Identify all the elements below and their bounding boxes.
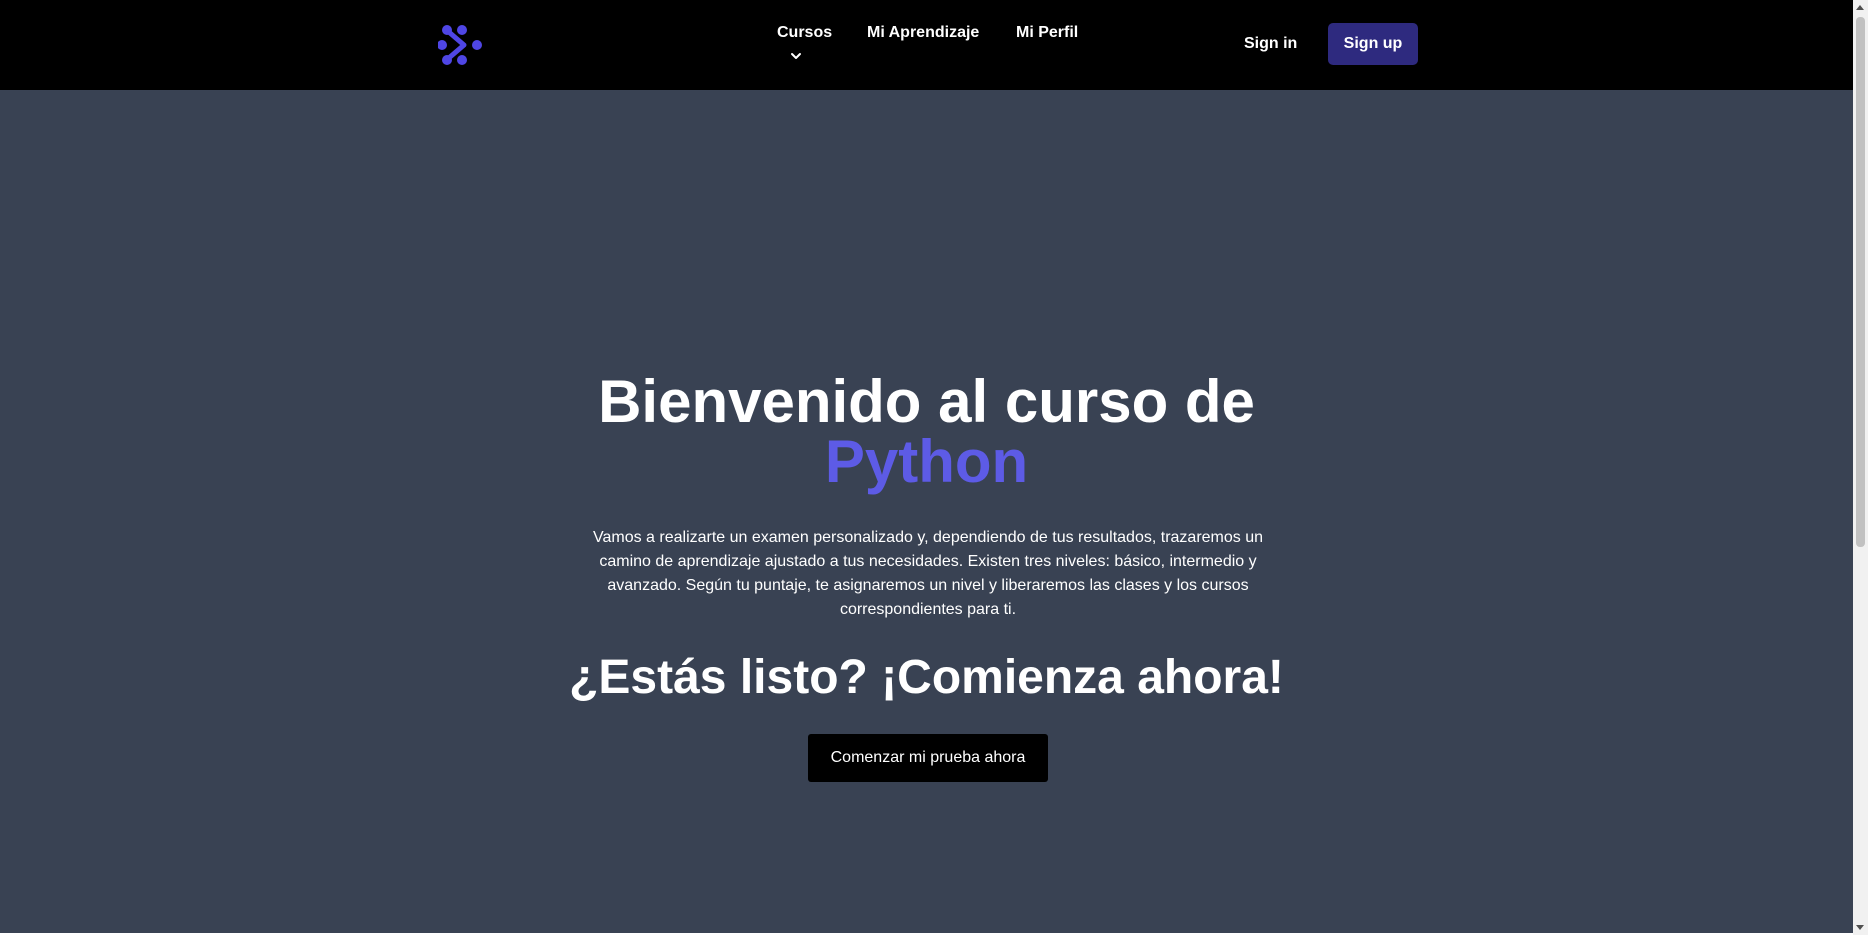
hero-section: Bienvenido al curso de Python Vamos a re… [0,90,1853,933]
brand-logo-icon[interactable] [437,24,482,66]
hero-title-accent: Python [824,428,1029,495]
nav-mi-aprendizaje[interactable]: Mi Aprendizaje [867,24,979,42]
page: Cursos Mi Aprendizaje Mi Perfil Sign in … [0,0,1853,935]
hero-title-text: Bienvenido al curso de [598,368,1255,435]
sign-up-button[interactable]: Sign up [1328,23,1418,65]
start-test-button[interactable]: Comenzar mi prueba ahora [808,734,1048,782]
vertical-scrollbar[interactable] [1853,0,1868,935]
cta-title: ¿Estás listo? ¡Comienza ahora! [569,651,1284,704]
scrollbar-thumb[interactable] [1856,17,1865,547]
sign-in-link[interactable]: Sign in [1244,35,1297,53]
nav-cursos-label: Cursos [777,24,833,41]
nav-cursos[interactable]: Cursos [777,24,833,59]
hero-title: Bienvenido al curso de Python [0,372,1853,492]
navbar: Cursos Mi Aprendizaje Mi Perfil Sign in … [0,0,1853,90]
scroll-down-arrow-icon[interactable] [1856,925,1864,930]
scroll-up-arrow-icon[interactable] [1856,5,1864,10]
nav-mi-perfil[interactable]: Mi Perfil [1016,24,1078,42]
hero-description: Vamos a realizarte un examen personaliza… [592,529,1264,618]
chevron-down-icon [789,48,803,59]
